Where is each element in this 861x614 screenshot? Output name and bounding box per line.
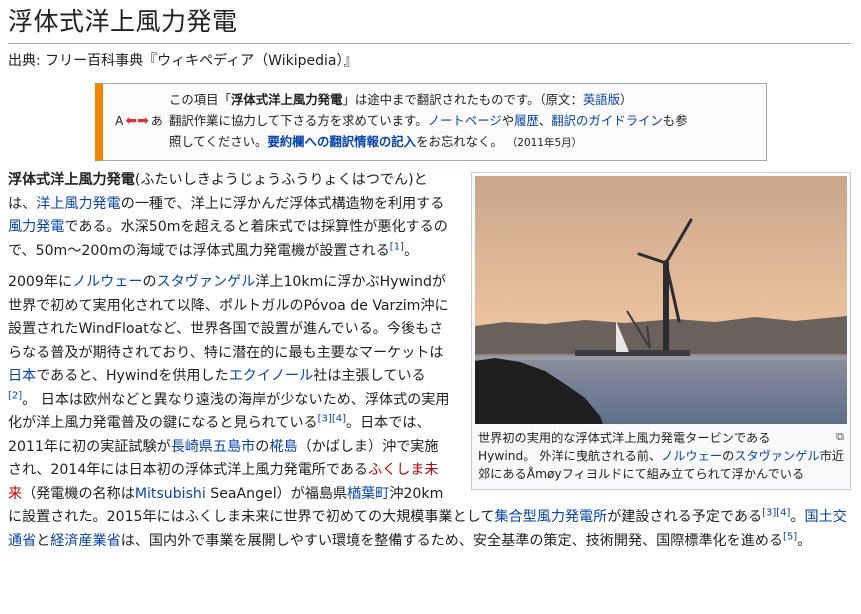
kabashima-link[interactable]: 椛島 bbox=[269, 439, 297, 455]
history-link[interactable]: 履歴 bbox=[514, 113, 539, 128]
wind-turbine-photo[interactable] bbox=[475, 176, 847, 424]
article-page: 浮体式洋上風力発電 出典: フリー百科事典『ウィキペディア（Wikipedia）… bbox=[0, 0, 861, 614]
meti-link[interactable]: 経済産業省 bbox=[50, 533, 120, 549]
goto-city-link[interactable]: 五島市 bbox=[213, 439, 255, 455]
notice-text-segment: 、 bbox=[538, 113, 552, 128]
summary-translation-info-link[interactable]: 要約欄への翻訳情報の記入 bbox=[267, 134, 416, 149]
notice-text-segment: この項目「 bbox=[169, 92, 231, 107]
translation-guideline-link[interactable]: 翻訳のガイドライン bbox=[551, 113, 663, 128]
figure-caption: ⧉ 世界初の実用的な浮体式洋上風力発電タービンである Hywind。 外洋に曳航… bbox=[475, 424, 847, 486]
notice-date: （2011年5月） bbox=[506, 137, 583, 149]
equinor-link[interactable]: エクイノール bbox=[229, 368, 314, 384]
naraha-link[interactable]: 楢葉町 bbox=[347, 486, 389, 502]
nagasaki-link[interactable]: 長崎県 bbox=[171, 439, 213, 455]
wind-farm-link[interactable]: 集合型風力発電所 bbox=[494, 509, 607, 525]
reference-2[interactable]: [2] bbox=[8, 390, 22, 401]
enlarge-icon[interactable]: ⧉ bbox=[836, 428, 844, 446]
translation-notice: A ⬅➡ あ この項目「浮体式洋上風力発電」は途中まで翻訳されたものです。（原文… bbox=[95, 83, 767, 161]
notice-text-segment: 翻訳作業に協力して下さる方を求めています。 bbox=[169, 113, 428, 128]
notice-text-segment: 照してください。 bbox=[169, 134, 268, 149]
notice-text-segment: や bbox=[501, 113, 515, 128]
text-segment: は、国内外で事業を展開しやすい環境を整備するため、安全基準の策定、技術開発、国際… bbox=[120, 532, 784, 549]
double-arrow-icon: ⬅➡ bbox=[125, 113, 149, 129]
text-segment: 。 bbox=[403, 242, 419, 259]
text-segment: と bbox=[36, 532, 51, 549]
mitsubishi-link[interactable]: Mitsubishi bbox=[135, 486, 206, 502]
source-line: 出典: フリー百科事典『ウィキペディア（Wikipedia）』 bbox=[8, 53, 358, 69]
text-segment: 2009年に bbox=[8, 274, 73, 290]
talk-page-link[interactable]: ノートページ bbox=[428, 113, 502, 128]
caption-text-segment: の bbox=[722, 449, 735, 463]
reference-3[interactable]: [3] bbox=[318, 413, 332, 424]
notice-text-segment: ） bbox=[620, 92, 633, 107]
stavanger-link[interactable]: スタヴァンゲル bbox=[157, 274, 256, 290]
caption-stavanger-link[interactable]: スタヴァンゲル bbox=[734, 449, 819, 463]
text-segment: 。 bbox=[790, 509, 805, 525]
translate-icon-letter-b: あ bbox=[150, 114, 163, 128]
text-segment: の bbox=[142, 274, 157, 290]
translate-icon: A ⬅➡ あ bbox=[109, 111, 169, 132]
page-title: 浮体式洋上風力発電 bbox=[8, 0, 851, 44]
text-segment: SeaAngel）が福島県 bbox=[205, 485, 348, 502]
text-segment: の bbox=[255, 438, 270, 455]
translate-icon-letter-a: A bbox=[115, 114, 124, 128]
text-segment: が建設される予定である bbox=[607, 509, 763, 525]
original-language-link[interactable]: 英語版 bbox=[583, 92, 620, 107]
offshore-wind-link[interactable]: 洋上風力発電 bbox=[36, 196, 121, 212]
text-segment: であると、Hywindを供用した bbox=[36, 368, 229, 384]
text-segment: 。 bbox=[797, 532, 812, 549]
reference-4[interactable]: [4] bbox=[332, 413, 346, 424]
text-segment: の一種で、洋上に浮かんだ浮体式構造物を利用する bbox=[120, 195, 445, 212]
text-segment: 社は主張している bbox=[313, 368, 426, 384]
figure: ⧉ 世界初の実用的な浮体式洋上風力発電タービンである Hywind。 外洋に曳航… bbox=[471, 172, 851, 490]
reference-3-repeat[interactable]: [3] bbox=[762, 507, 776, 518]
notice-text-segment: 」は途中まで翻訳されたものです。（原文： bbox=[342, 92, 583, 107]
caption-norway-link[interactable]: ノルウェー bbox=[661, 449, 722, 463]
text-segment: である。水深50mを超えると着床式では採算性が悪化するので、50m〜200mの海… bbox=[8, 219, 448, 259]
japan-link[interactable]: 日本 bbox=[8, 368, 36, 384]
notice-article-name: 浮体式洋上風力発電 bbox=[230, 92, 343, 107]
notice-text-segment: をお忘れなく。 bbox=[416, 134, 503, 149]
notice-text-segment: も参 bbox=[662, 113, 688, 128]
reference-5[interactable]: [5] bbox=[783, 531, 797, 542]
reference-1[interactable]: [1] bbox=[390, 241, 404, 252]
article-body: ⧉ 世界初の実用的な浮体式洋上風力発電タービンである Hywind。 外洋に曳航… bbox=[8, 169, 851, 553]
article-term: 浮体式洋上風力発電 bbox=[8, 172, 135, 188]
norway-link[interactable]: ノルウェー bbox=[72, 274, 142, 290]
notice-text: この項目「浮体式洋上風力発電」は途中まで翻訳されたものです。（原文：英語版） 翻… bbox=[169, 89, 756, 154]
reference-4-repeat[interactable]: [4] bbox=[776, 507, 790, 518]
text-segment: （発電機の名称は bbox=[22, 485, 135, 502]
wind-power-link[interactable]: 風力発電 bbox=[8, 219, 64, 235]
